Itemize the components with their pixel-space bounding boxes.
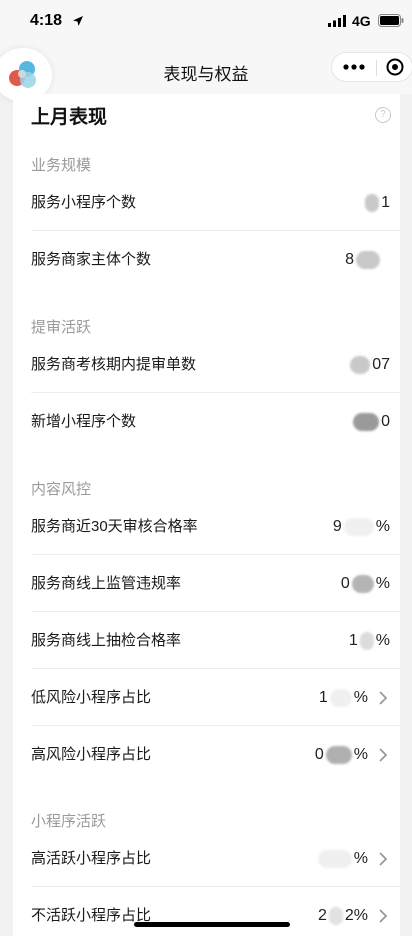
redacted-mask bbox=[353, 412, 380, 431]
row-value: 9% bbox=[332, 517, 390, 536]
redacted-mask bbox=[317, 849, 352, 868]
close-button[interactable] bbox=[377, 53, 412, 81]
card-header: 上月表现 ? bbox=[13, 94, 400, 138]
row-label: 低风险小程序占比 bbox=[31, 689, 152, 706]
miniprogram-capsule bbox=[331, 52, 412, 82]
redacted-mask bbox=[328, 906, 343, 925]
row-value: 07 bbox=[348, 336, 390, 393]
section-label-scale: 业务规模 bbox=[31, 157, 92, 174]
section-label-activity: 提审活跃 bbox=[31, 319, 92, 336]
chevron-right-icon bbox=[379, 691, 388, 705]
row-label: 服务商考核期内提审单数 bbox=[31, 356, 197, 373]
target-close-icon bbox=[386, 58, 404, 76]
redacted-mask bbox=[329, 688, 352, 707]
signal-icon bbox=[328, 15, 346, 27]
section-label-miniapp-activity: 小程序活跃 bbox=[31, 813, 107, 830]
row-audit-pass-rate: 服务商近30天审核合格率 9% bbox=[13, 498, 400, 555]
row-label: 高活跃小程序占比 bbox=[31, 850, 152, 867]
row-high-risk[interactable]: 高风险小程序占比 0% bbox=[13, 726, 400, 783]
row-inactive[interactable]: 不活跃小程序占比 2 2% bbox=[13, 887, 400, 936]
row-violation-rate: 服务商线上监管违规率 0% bbox=[13, 555, 400, 612]
status-bar: 4:18 4G bbox=[0, 0, 412, 46]
row-label: 服务商线上监管违规率 bbox=[31, 575, 182, 592]
chevron-right-icon bbox=[379, 852, 388, 866]
row-entity-count: 服务商家主体个数 8 bbox=[13, 231, 400, 288]
row-value: % bbox=[316, 830, 368, 887]
chevron-right-icon bbox=[379, 909, 388, 923]
row-value: 0% bbox=[314, 745, 368, 764]
row-label: 服务商家主体个数 bbox=[31, 251, 152, 268]
redacted-mask bbox=[325, 745, 352, 764]
row-value: 1% bbox=[318, 688, 368, 707]
row-label: 服务商线上抽检合格率 bbox=[31, 632, 182, 649]
performance-card: 上月表现 ? 业务规模 服务小程序个数 1 服务商家主体个数 8 提审活跃 服务… bbox=[13, 94, 400, 936]
status-time: 4:18 bbox=[30, 12, 63, 29]
network-type: 4G bbox=[352, 13, 371, 29]
row-submit-count: 服务商考核期内提审单数 07 bbox=[13, 336, 400, 393]
row-label: 不活跃小程序占比 bbox=[31, 907, 152, 924]
location-arrow-icon bbox=[73, 16, 83, 26]
row-value: 0% bbox=[340, 574, 390, 593]
battery-icon bbox=[378, 14, 404, 27]
card-title: 上月表现 bbox=[31, 107, 108, 128]
redacted-mask bbox=[356, 250, 380, 269]
section-label-risk: 内容风控 bbox=[31, 481, 92, 498]
more-dots-icon bbox=[343, 64, 365, 70]
row-value: 0 bbox=[351, 393, 390, 450]
row-miniapp-count: 服务小程序个数 1 bbox=[13, 174, 400, 231]
row-low-risk[interactable]: 低风险小程序占比 1% bbox=[13, 669, 400, 726]
row-value: 2 2% bbox=[317, 906, 368, 925]
row-high-active[interactable]: 高活跃小程序占比 % bbox=[13, 830, 400, 887]
row-value: 1% bbox=[348, 631, 390, 650]
row-new-miniapp: 新增小程序个数 0 bbox=[13, 393, 400, 450]
row-value: 8 bbox=[345, 231, 382, 288]
redacted-mask bbox=[365, 193, 380, 212]
redacted-mask bbox=[359, 631, 374, 650]
row-label: 高风险小程序占比 bbox=[31, 746, 152, 763]
chevron-right-icon bbox=[379, 748, 388, 762]
redacted-mask bbox=[350, 355, 371, 374]
row-value: 1 bbox=[363, 174, 390, 231]
row-label: 新增小程序个数 bbox=[31, 413, 137, 430]
redacted-mask bbox=[351, 574, 374, 593]
row-label: 服务小程序个数 bbox=[31, 194, 137, 211]
redacted-mask bbox=[343, 517, 374, 536]
help-icon[interactable]: ? bbox=[375, 107, 391, 123]
row-spot-check-rate: 服务商线上抽检合格率 1% bbox=[13, 612, 400, 669]
more-button[interactable] bbox=[332, 53, 376, 81]
home-indicator[interactable] bbox=[134, 922, 290, 927]
row-label: 服务商近30天审核合格率 bbox=[31, 518, 198, 535]
